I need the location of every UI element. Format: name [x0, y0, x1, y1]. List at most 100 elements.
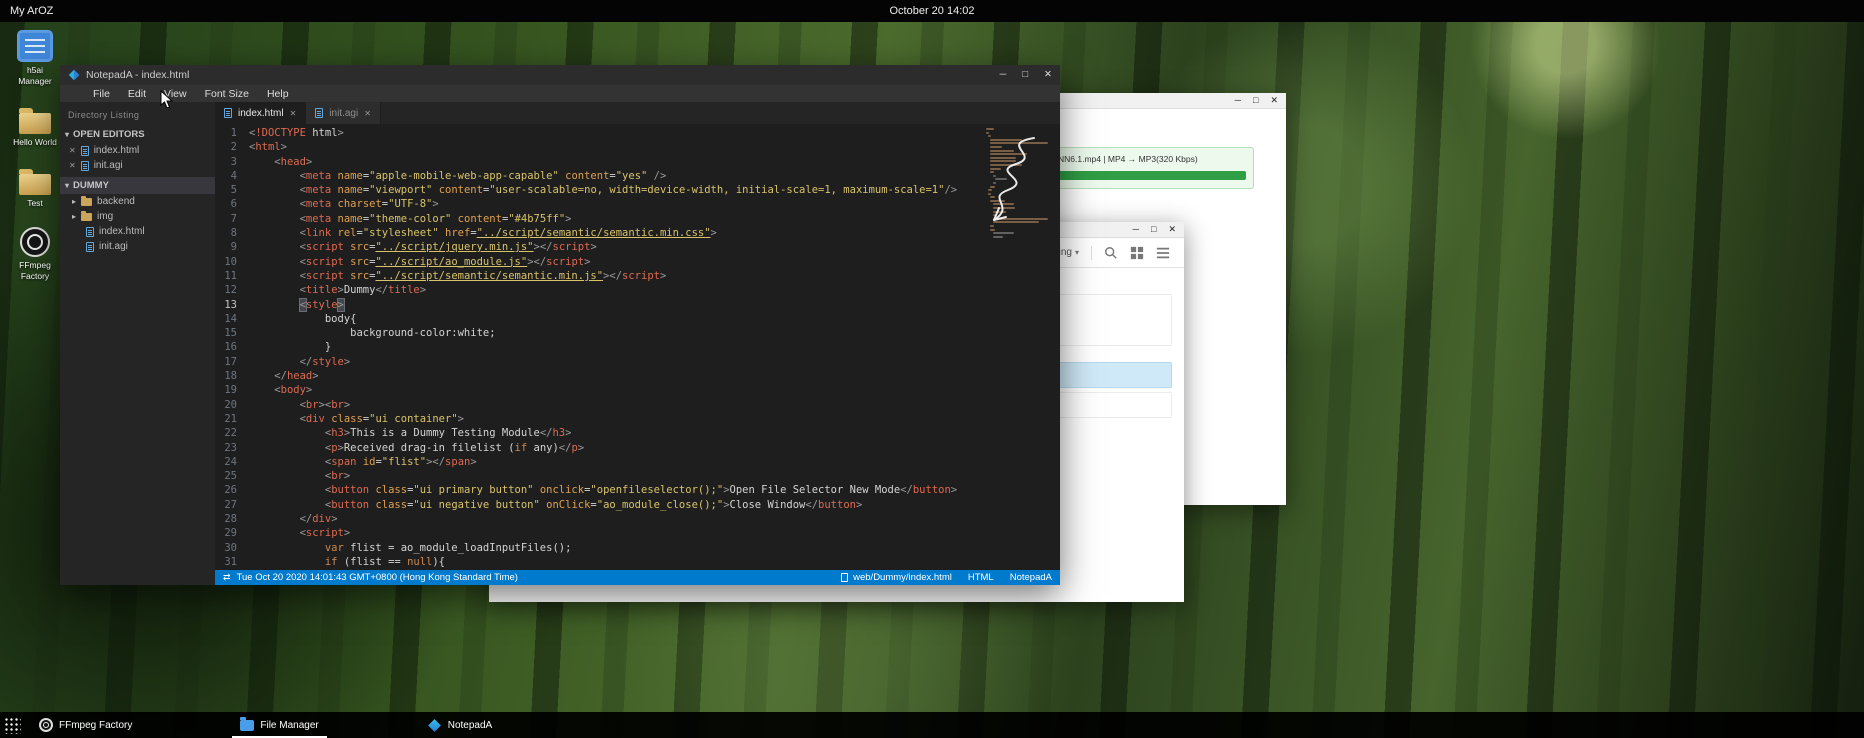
notepada-main: Directory Listing ▾ OPEN EDITORS ✕index.… [60, 102, 1060, 585]
code-line: 27 <button class="ui negative button" on… [215, 498, 1060, 512]
chevron-right-icon: ▸ [72, 197, 76, 206]
code-text: <link rel="stylesheet" href="../script/s… [249, 226, 717, 240]
minimap-line [988, 135, 991, 137]
minimap-line [986, 132, 989, 134]
open-editors-label: OPEN EDITORS [73, 129, 145, 140]
line-number: 13 [215, 298, 249, 312]
desktop-icon-h5ai-manager[interactable]: h5ai Manager [7, 30, 63, 87]
close-tab-icon[interactable]: ✕ [364, 109, 371, 118]
code-text: <meta name="theme-color" content="#4b75f… [249, 212, 572, 226]
status-file[interactable]: web/Dummy/index.html [841, 572, 952, 583]
start-menu-icon[interactable] [3, 716, 21, 734]
line-number: 20 [215, 398, 249, 412]
search-icon[interactable] [1104, 246, 1118, 260]
code-line: 7 <meta name="theme-color" content="#4b7… [215, 212, 1060, 226]
code-text: <div class="ui container"> [249, 412, 464, 426]
minimap-line [990, 157, 1016, 159]
close-icon[interactable]: ✕ [69, 146, 76, 155]
minimap-line [990, 153, 1026, 155]
code-line: 8 <link rel="stylesheet" href="../script… [215, 226, 1060, 240]
grid-view-icon[interactable] [1130, 246, 1144, 260]
line-number: 5 [215, 183, 249, 197]
maximize-button[interactable]: □ [1022, 70, 1028, 80]
close-icon[interactable]: ✕ [69, 161, 76, 170]
tree-item-img[interactable]: ▸img [60, 209, 215, 224]
code-text: } [249, 340, 331, 354]
code-text: <body> [249, 383, 312, 397]
code-text: </style> [249, 355, 350, 369]
code-line: 18 </head> [215, 369, 1060, 383]
code-text: <!DOCTYPE html> [249, 126, 344, 140]
menu-item-font-size[interactable]: Font Size [196, 88, 258, 100]
code-text: <script src="../script/semantic/semantic… [249, 269, 666, 283]
desktop-icon-hello-world[interactable]: Hello World [7, 105, 63, 148]
progress-bar [1058, 171, 1246, 180]
menu-item-view[interactable]: View [155, 88, 196, 100]
taskbar-item-file-manager[interactable]: File Manager [232, 712, 326, 738]
desktop-icon-ffmpeg-factory[interactable]: FFmpeg Factory [7, 227, 63, 282]
desktop-icons: h5ai Manager Hello World Test FFmpeg Factor… [6, 30, 64, 282]
toolbar-divider [1091, 246, 1092, 260]
tree-item-index-html[interactable]: index.html [60, 224, 215, 239]
ffmpeg-icon [20, 227, 50, 257]
project-section[interactable]: ▾ DUMMY [60, 177, 215, 194]
taskbar-item-label: NotepadA [448, 720, 492, 731]
tab-index-html[interactable]: index.html ✕ [215, 102, 306, 124]
desktop-icon-label: FFmpeg Factory [10, 260, 60, 282]
desktop-icon-test[interactable]: Test [7, 166, 63, 209]
taskbar-item-label: File Manager [260, 720, 318, 731]
file-icon [86, 242, 94, 252]
close-button[interactable]: ✕ [1044, 70, 1052, 80]
list-view-icon[interactable] [1156, 246, 1170, 260]
minimap-line [990, 150, 1014, 152]
tree-item-backend[interactable]: ▸backend [60, 194, 215, 209]
notepada-titlebar[interactable]: NotepadA - index.html ─ □ ✕ [60, 65, 1060, 85]
code-editor[interactable]: 1<!DOCTYPE html>2<html>3 <head>4 <meta n… [215, 124, 1060, 570]
minimize-button[interactable]: ─ [1133, 225, 1139, 234]
minimap-line [990, 171, 994, 173]
line-number: 9 [215, 240, 249, 254]
taskbar-item-notepada[interactable]: NotepadA [419, 712, 500, 738]
conversion-task-card: NN6.1.mp4 | MP4 → MP3(320 Kbps) [1050, 147, 1254, 189]
minimap[interactable] [986, 128, 1054, 238]
menu-item-help[interactable]: Help [258, 88, 298, 100]
menu-item-edit[interactable]: Edit [119, 88, 155, 100]
open-editors-section[interactable]: ▾ OPEN EDITORS [60, 126, 215, 143]
minimap-line [993, 236, 1003, 238]
code-text: <meta charset="UTF-8"> [249, 197, 439, 211]
minimap-line [993, 182, 996, 184]
status-language[interactable]: HTML [968, 572, 994, 583]
minimize-button[interactable]: ─ [1235, 96, 1241, 105]
menu-item-file[interactable]: File [84, 88, 119, 100]
code-line: 29 <script> [215, 526, 1060, 540]
close-button[interactable]: ✕ [1168, 225, 1176, 234]
code-text: var flist = ao_module_loadInputFiles(); [249, 541, 571, 555]
tree-item-init-agi[interactable]: init.agi [60, 239, 215, 254]
open-editor-init-agi[interactable]: ✕init.agi [60, 158, 215, 173]
ffmpeg-window-titlebar[interactable]: ─ □ ✕ [1044, 93, 1286, 109]
line-number: 28 [215, 512, 249, 526]
tab-label: index.html [238, 108, 284, 119]
code-text: <button class="ui primary button" onclic… [249, 483, 957, 497]
maximize-button[interactable]: □ [1151, 225, 1156, 234]
close-tab-icon[interactable]: ✕ [290, 109, 297, 118]
minimize-button[interactable]: ─ [1000, 70, 1007, 80]
code-line: 16 } [215, 340, 1060, 354]
tab-bar: index.html✕init.agi✕ [215, 102, 1060, 124]
maximize-button[interactable]: □ [1253, 96, 1258, 105]
line-number: 4 [215, 169, 249, 183]
code-line: 12 <title>Dummy</title> [215, 283, 1060, 297]
tab-init-agi[interactable]: init.agi✕ [306, 102, 381, 124]
folder-icon [19, 113, 51, 134]
taskbar-item-ffmpeg-factory[interactable]: FFmpeg Factory [31, 712, 140, 738]
code-line: 19 <body> [215, 383, 1060, 397]
aroz-menu-button[interactable]: My ArOZ [10, 5, 53, 17]
code-text: background-color:white; [249, 326, 496, 340]
status-left[interactable]: ⇄ Tue Oct 20 2020 14:01:43 GMT+0800 (Hon… [223, 572, 518, 583]
close-button[interactable]: ✕ [1270, 96, 1278, 105]
line-number: 8 [215, 226, 249, 240]
clock: October 20 14:02 [889, 5, 974, 17]
folder-icon [81, 198, 92, 206]
code-text: if (flist == null){ [249, 555, 445, 569]
open-editor-index-html[interactable]: ✕index.html [60, 143, 215, 158]
